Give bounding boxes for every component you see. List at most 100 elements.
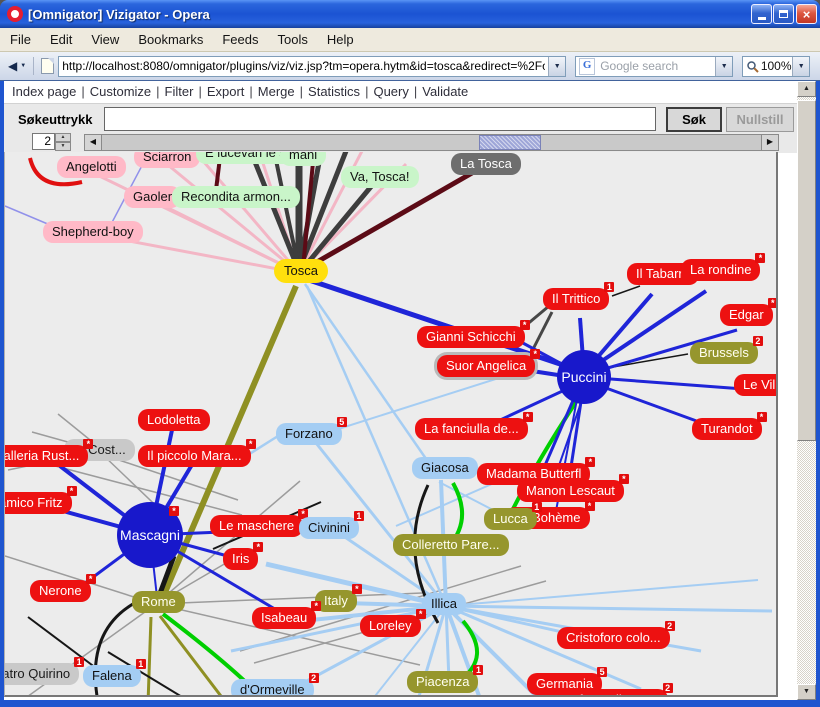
graph-node-iris[interactable]: Iris* [223, 548, 258, 570]
graph-node-mani[interactable]: mani [280, 152, 326, 166]
scroll-right-button[interactable]: ▶ [761, 135, 778, 150]
topic-map-graph[interactable]: AngelottiSciarronE lucevan le st...maniV… [4, 152, 778, 697]
menu-feeds[interactable]: Feeds [222, 32, 258, 47]
vertical-scrollbar-track[interactable] [797, 97, 816, 684]
nav-link-statistics[interactable]: Statistics [308, 84, 360, 99]
association-count-badge: * [619, 474, 629, 484]
maximize-button[interactable] [773, 4, 794, 24]
nav-link-customize[interactable]: Customize [90, 84, 151, 99]
graph-node-italy[interactable]: Italy* [315, 590, 357, 612]
close-button[interactable]: × [796, 4, 817, 24]
address-field: ▼ [58, 56, 566, 77]
graph-node-falena[interactable]: Falena1 [83, 665, 141, 687]
graph-node-colleretto-pare[interactable]: Colleretto Pare... [393, 534, 509, 556]
spinner-down-button[interactable]: ▼ [55, 142, 71, 151]
graph-node-brussels[interactable]: Brussels2 [690, 342, 758, 364]
node-label: Lucca [493, 511, 528, 526]
graph-node-mascagni[interactable]: Mascagni* [117, 502, 183, 568]
graph-node-le-maschere[interactable]: Le maschere* [210, 515, 303, 537]
association-count-badge: 1 [74, 657, 84, 667]
window-titlebar[interactable]: [Omnigator] Vizigator - Opera × [0, 0, 820, 28]
scroll-down-button[interactable]: ▼ [797, 684, 816, 700]
graph-node-manon-lescaut[interactable]: Manon Lescaut* [517, 480, 624, 502]
graph-node-amico-fritz[interactable]: amico Fritz* [4, 492, 72, 514]
graph-node-lodoletta[interactable]: Lodoletta [138, 409, 210, 431]
graph-node-puccini[interactable]: Puccini [557, 350, 611, 404]
nav-link-filter[interactable]: Filter [165, 84, 194, 99]
back-dropdown-icon[interactable]: ▼ [20, 63, 26, 69]
association-count-badge: * [83, 439, 93, 449]
menu-edit[interactable]: Edit [50, 32, 72, 47]
graph-node-d-ormeville[interactable]: d'Ormeville2 [231, 679, 314, 697]
graph-node-la-tosca[interactable]: La Tosca [451, 153, 521, 175]
nav-link-query[interactable]: Query [373, 84, 408, 99]
graph-node-lucca[interactable]: Lucca1 [484, 508, 537, 530]
menu-bookmarks[interactable]: Bookmarks [138, 32, 203, 47]
search-expression-input[interactable] [104, 107, 656, 131]
graph-node-edgar[interactable]: Edgar* [720, 304, 773, 326]
graph-node-piacenza[interactable]: Piacenza1 [407, 671, 478, 693]
graph-node-shepherd-boy[interactable]: Shepherd-boy [43, 221, 143, 243]
horizontal-scrollbar-track[interactable] [102, 135, 761, 150]
graph-node-va-tosca[interactable]: Va, Tosca! [341, 166, 419, 188]
graph-node-angelotti[interactable]: Angelotti [57, 156, 126, 178]
graph-node-la-fonte-di-ens[interactable]: La fonte di Ens...2 [552, 689, 668, 697]
nav-link-merge[interactable]: Merge [258, 84, 295, 99]
graph-node-tosca[interactable]: Tosca [274, 259, 328, 283]
search-button[interactable]: Søk [666, 107, 722, 132]
graph-node-giacosa[interactable]: Giacosa [412, 457, 478, 479]
minimize-button[interactable] [751, 4, 772, 24]
spinner-up-button[interactable]: ▲ [55, 133, 71, 142]
url-dropdown-button[interactable]: ▼ [548, 57, 565, 76]
menu-tools[interactable]: Tools [277, 32, 307, 47]
depth-value[interactable]: 2 [32, 133, 55, 150]
menu-view[interactable]: View [91, 32, 119, 47]
scroll-left-button[interactable]: ◀ [85, 135, 102, 150]
search-label: Søkeuttrykk [18, 112, 92, 127]
node-label: Gaoler [133, 189, 172, 204]
web-search-input[interactable] [597, 59, 715, 73]
search-dropdown-button[interactable]: ▼ [715, 57, 732, 76]
nav-link-export[interactable]: Export [207, 84, 245, 99]
vertical-scrollbar-thumb[interactable] [797, 100, 816, 441]
graph-node-civinini[interactable]: Civinini1 [299, 517, 359, 539]
horizontal-scrollbar-thumb[interactable] [479, 135, 541, 150]
graph-node-isabeau[interactable]: Isabeau* [252, 607, 316, 629]
nav-link-validate[interactable]: Validate [422, 84, 468, 99]
graph-node-il-piccolo-mara[interactable]: Il piccolo Mara...* [138, 445, 251, 467]
menu-file[interactable]: File [10, 32, 31, 47]
graph-node-valleria-rust[interactable]: valleria Rust...* [4, 445, 88, 467]
node-label: Cristoforo colo... [566, 630, 661, 645]
graph-node-cristoforo-colo[interactable]: Cristoforo colo...2 [557, 627, 670, 649]
graph-node-le-villi[interactable]: Le Villi [734, 374, 778, 396]
nav-separator: | [365, 84, 368, 99]
address-toolbar: ◀▼ ▼ G ▼ 100% ▼ [0, 52, 820, 81]
association-count-badge: * [755, 253, 765, 263]
horizontal-scrollbar[interactable]: ◀ ▶ [84, 134, 779, 151]
graph-node-il-trittico[interactable]: Il Trittico1 [543, 288, 609, 310]
nav-separator: | [156, 84, 159, 99]
nav-link-index-page[interactable]: Index page [12, 84, 76, 99]
graph-node-nerone[interactable]: Nerone* [30, 580, 91, 602]
zoom-dropdown-button[interactable]: ▼ [792, 57, 809, 76]
graph-node-gianni-schicchi[interactable]: Gianni Schicchi* [417, 326, 525, 348]
graph-node-rome[interactable]: Rome [132, 591, 185, 613]
graph-edge [446, 580, 758, 606]
graph-node-la-fanciulla-de[interactable]: La fanciulla de...* [415, 418, 528, 440]
association-count-badge: * [86, 574, 96, 584]
graph-node-suor-angelica[interactable]: Suor Angelica* [437, 355, 535, 377]
graph-node-recondita-armon[interactable]: Recondita armon... [172, 186, 300, 208]
graph-node-eatro-quirino[interactable]: eatro Quirino1 [4, 663, 79, 685]
scroll-up-button[interactable]: ▲ [797, 81, 816, 97]
graph-node-turandot[interactable]: Turandot* [692, 418, 762, 440]
vertical-scrollbar[interactable]: ▲ ▼ [797, 81, 816, 700]
graph-node-loreley[interactable]: Loreley* [360, 615, 421, 637]
node-label: Piacenza [416, 674, 469, 689]
graph-node-sciarron[interactable]: Sciarron [134, 152, 200, 168]
graph-node-forzano[interactable]: Forzano5 [276, 423, 342, 445]
graph-node-illica[interactable]: Illica [422, 593, 466, 615]
graph-node-la-rondine[interactable]: La rondine* [681, 259, 760, 281]
menu-help[interactable]: Help [327, 32, 354, 47]
back-button[interactable]: ◀▼ [8, 59, 26, 73]
url-input[interactable] [59, 59, 548, 73]
